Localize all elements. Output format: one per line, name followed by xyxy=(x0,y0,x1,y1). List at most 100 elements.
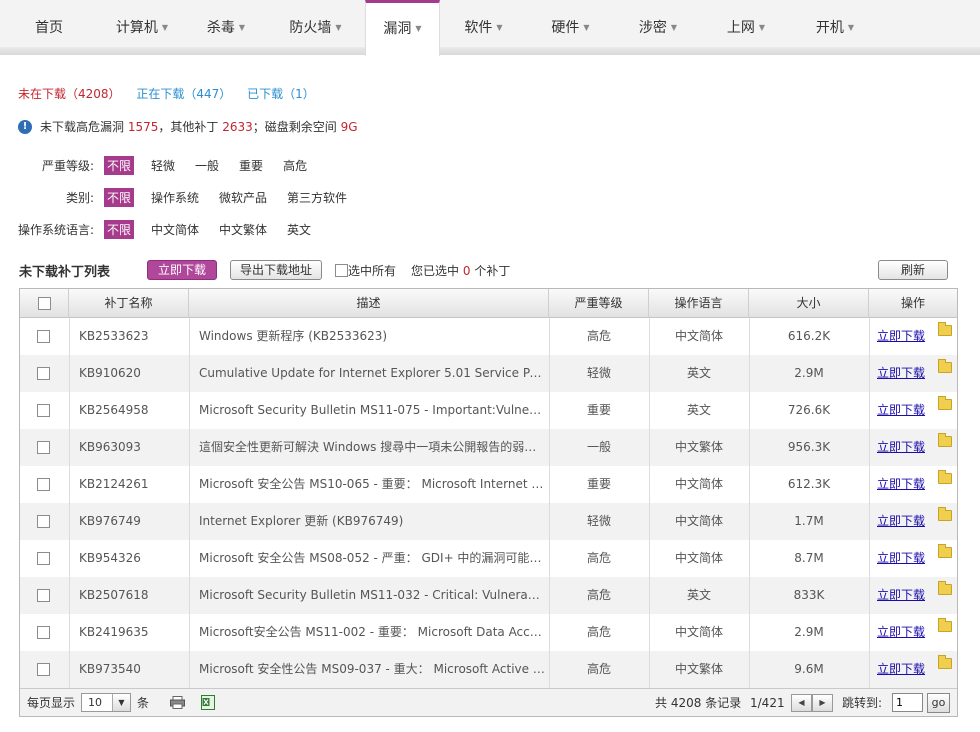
selected-count-value: 0 xyxy=(462,264,471,278)
next-page-button[interactable]: ▶ xyxy=(812,694,833,712)
row-download-link[interactable]: 立即下载 xyxy=(877,329,925,343)
language-filter-option[interactable]: 中文简体 xyxy=(148,220,202,239)
row-checkbox-cell xyxy=(37,355,51,392)
folder-icon[interactable] xyxy=(938,433,952,447)
category-filter-option[interactable]: 不限 xyxy=(104,188,135,207)
row-checkbox[interactable] xyxy=(37,404,50,417)
nav-item[interactable]: 硬件 ▼ xyxy=(527,0,614,55)
folder-icon[interactable] xyxy=(938,396,952,410)
row-checkbox[interactable] xyxy=(37,515,50,528)
row-checkbox[interactable] xyxy=(37,552,50,565)
row-checkbox[interactable] xyxy=(37,478,50,491)
nav-item-label: 防火墙 xyxy=(289,20,332,36)
patch-severity: 一般 xyxy=(586,440,611,454)
patch-severity: 高危 xyxy=(586,625,611,639)
row-checkbox-cell xyxy=(37,614,51,651)
folder-icon[interactable] xyxy=(938,470,952,484)
header-severity[interactable]: 严重等级 xyxy=(549,289,649,318)
severity-filter-option[interactable]: 高危 xyxy=(280,156,310,175)
page-info: 1/421 xyxy=(750,696,785,710)
row-download-link[interactable]: 立即下载 xyxy=(877,625,925,639)
go-button[interactable]: go xyxy=(927,693,950,713)
header-desc[interactable]: 描述 xyxy=(189,289,549,318)
row-download-link[interactable]: 立即下载 xyxy=(877,514,925,528)
language-filter-option[interactable]: 中文繁体 xyxy=(216,220,270,239)
select-all-checkbox[interactable] xyxy=(335,264,348,277)
tab-downloading[interactable]: 正在下载（447） xyxy=(136,87,231,101)
severity-filter-option[interactable]: 轻微 xyxy=(148,156,178,175)
folder-icon[interactable] xyxy=(938,618,952,632)
excel-export-icon[interactable] xyxy=(201,695,215,710)
row-action-cell: 立即下载 xyxy=(877,577,937,614)
row-checkbox[interactable] xyxy=(37,441,50,454)
per-page-label: 每页显示 xyxy=(27,696,76,710)
row-checkbox[interactable] xyxy=(37,589,50,602)
row-checkbox[interactable] xyxy=(37,626,50,639)
folder-icon[interactable] xyxy=(938,655,952,669)
folder-icon[interactable] xyxy=(938,581,952,595)
summary-text-1: 未下载高危漏洞 xyxy=(40,120,125,134)
prev-page-button[interactable]: ◀ xyxy=(791,694,812,712)
row-action-cell: 立即下载 xyxy=(877,429,937,466)
row-checkbox[interactable] xyxy=(37,367,50,380)
nav-item[interactable]: 防火墙 ▼ xyxy=(266,0,365,55)
download-now-button[interactable]: 立即下载 xyxy=(147,260,217,280)
patch-desc: Microsoft Security Bulletin MS11-075 - I… xyxy=(199,403,545,417)
select-all-label: 选中所有 xyxy=(348,264,397,278)
refresh-button[interactable]: 刷新 xyxy=(878,260,948,280)
row-checkbox-cell xyxy=(37,577,51,614)
row-download-link[interactable]: 立即下载 xyxy=(877,366,925,380)
row-checkbox[interactable] xyxy=(37,663,50,676)
severity-filter-option[interactable]: 重要 xyxy=(236,156,266,175)
nav-item[interactable]: 软件 ▼ xyxy=(440,0,527,55)
col-divider xyxy=(649,318,650,688)
nav-item[interactable]: 计算机 ▼ xyxy=(98,0,186,55)
header-name[interactable]: 补丁名称 xyxy=(69,289,189,318)
row-download-link[interactable]: 立即下载 xyxy=(877,403,925,417)
row-download-link[interactable]: 立即下载 xyxy=(877,588,925,602)
print-icon[interactable] xyxy=(170,696,185,709)
export-urls-button[interactable]: 导出下载地址 xyxy=(230,260,322,280)
patch-name: KB2507618 xyxy=(79,588,149,602)
header-language[interactable]: 操作语言 xyxy=(649,289,749,318)
nav-item[interactable]: 开机 ▼ xyxy=(790,0,880,55)
folder-icon[interactable] xyxy=(938,544,952,558)
severity-filter-option[interactable]: 一般 xyxy=(192,156,222,175)
nav-item[interactable]: 上网 ▼ xyxy=(702,0,790,55)
row-download-link[interactable]: 立即下载 xyxy=(877,440,925,454)
severity-filter-option[interactable]: 不限 xyxy=(104,156,135,175)
per-page-select[interactable]: 10 ▼ xyxy=(81,693,131,712)
nav-item-label: 首页 xyxy=(35,20,63,36)
folder-icon[interactable] xyxy=(938,322,952,336)
patch-desc: Microsoft Security Bulletin MS11-032 - C… xyxy=(199,588,545,602)
category-filter-option[interactable]: 第三方软件 xyxy=(284,188,350,207)
nav-item[interactable]: 首页 xyxy=(0,0,98,55)
language-filter-option[interactable]: 不限 xyxy=(104,220,135,239)
tab-not-downloaded[interactable]: 未在下载（4208） xyxy=(18,87,121,101)
nav-item[interactable]: 涉密 ▼ xyxy=(614,0,702,55)
row-download-link[interactable]: 立即下载 xyxy=(877,477,925,491)
folder-icon[interactable] xyxy=(938,507,952,521)
other-patch-count: 2633 xyxy=(222,119,253,134)
patch-desc: Microsoft 安全公告 MS10-065 - 重要： Microsoft … xyxy=(199,477,545,491)
row-download-link[interactable]: 立即下载 xyxy=(877,551,925,565)
folder-icon[interactable] xyxy=(938,359,952,373)
nav-item[interactable]: 杀毒 ▼ xyxy=(186,0,266,55)
category-filter-option[interactable]: 操作系统 xyxy=(148,188,202,207)
row-checkbox[interactable] xyxy=(37,330,50,343)
category-filter-option[interactable]: 微软产品 xyxy=(216,188,270,207)
selected-count: 您已选中 0 个补丁 xyxy=(411,262,510,279)
nav-item-label: 软件 xyxy=(464,20,493,36)
row-download-link[interactable]: 立即下载 xyxy=(877,662,925,676)
nav-item[interactable]: 漏洞 ▼ xyxy=(365,0,440,56)
header-select-checkbox[interactable] xyxy=(37,297,51,310)
patch-size: 726.6K xyxy=(787,403,831,417)
language-filter-option[interactable]: 英文 xyxy=(284,220,314,239)
patch-desc: Internet Explorer 更新 (KB976749) xyxy=(199,514,404,528)
jump-page-input[interactable] xyxy=(892,693,923,712)
header-size[interactable]: 大小 xyxy=(749,289,869,318)
row-action-cell: 立即下载 xyxy=(877,318,937,355)
tab-downloaded[interactable]: 已下载（1） xyxy=(247,87,315,101)
patch-name: KB976749 xyxy=(79,514,141,528)
patch-language: 英文 xyxy=(686,366,711,380)
